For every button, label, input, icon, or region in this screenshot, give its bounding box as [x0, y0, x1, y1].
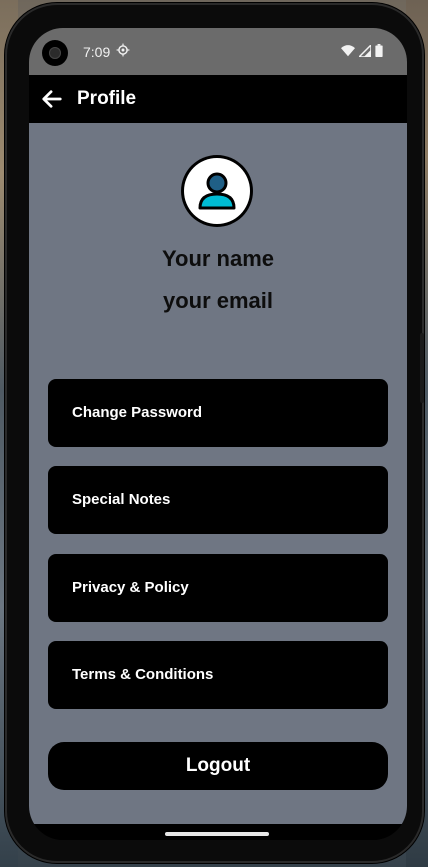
settings-icon — [116, 43, 130, 57]
change-password-button[interactable]: Change Password — [48, 379, 388, 447]
avatar[interactable] — [181, 155, 253, 227]
wifi-icon — [341, 44, 355, 56]
status-time: 7:09 — [83, 44, 111, 60]
profile-content: Your name your email Change Password Spe… — [29, 123, 407, 824]
terms-conditions-button[interactable]: Terms & Conditions — [48, 641, 388, 709]
user-name: Your name — [161, 246, 275, 271]
signal-icon — [359, 44, 371, 57]
user-avatar-icon — [198, 172, 236, 210]
camera-icon — [42, 40, 68, 66]
page-title: Profile — [77, 88, 137, 109]
menu-item-label: Change Password — [72, 404, 203, 421]
screen: 7:09 Profile Your name your email Change… — [29, 28, 407, 840]
phone-frame: 7:09 Profile Your name your email Change… — [5, 3, 424, 863]
arrow-left-icon[interactable] — [41, 88, 63, 110]
phone-side-button — [420, 333, 424, 403]
special-notes-button[interactable]: Special Notes — [48, 466, 388, 534]
status-bar: 7:09 — [29, 28, 407, 75]
status-icons — [341, 44, 383, 57]
logout-label: Logout — [185, 755, 251, 776]
user-email: your email — [162, 288, 274, 313]
menu-item-label: Terms & Conditions — [72, 666, 214, 683]
home-indicator[interactable] — [165, 832, 269, 836]
menu-item-label: Privacy & Policy — [72, 579, 189, 596]
menu-item-label: Special Notes — [72, 491, 171, 508]
app-bar: Profile — [29, 75, 407, 123]
privacy-policy-button[interactable]: Privacy & Policy — [48, 554, 388, 622]
battery-icon — [375, 44, 383, 57]
logout-button[interactable]: Logout — [48, 742, 388, 790]
